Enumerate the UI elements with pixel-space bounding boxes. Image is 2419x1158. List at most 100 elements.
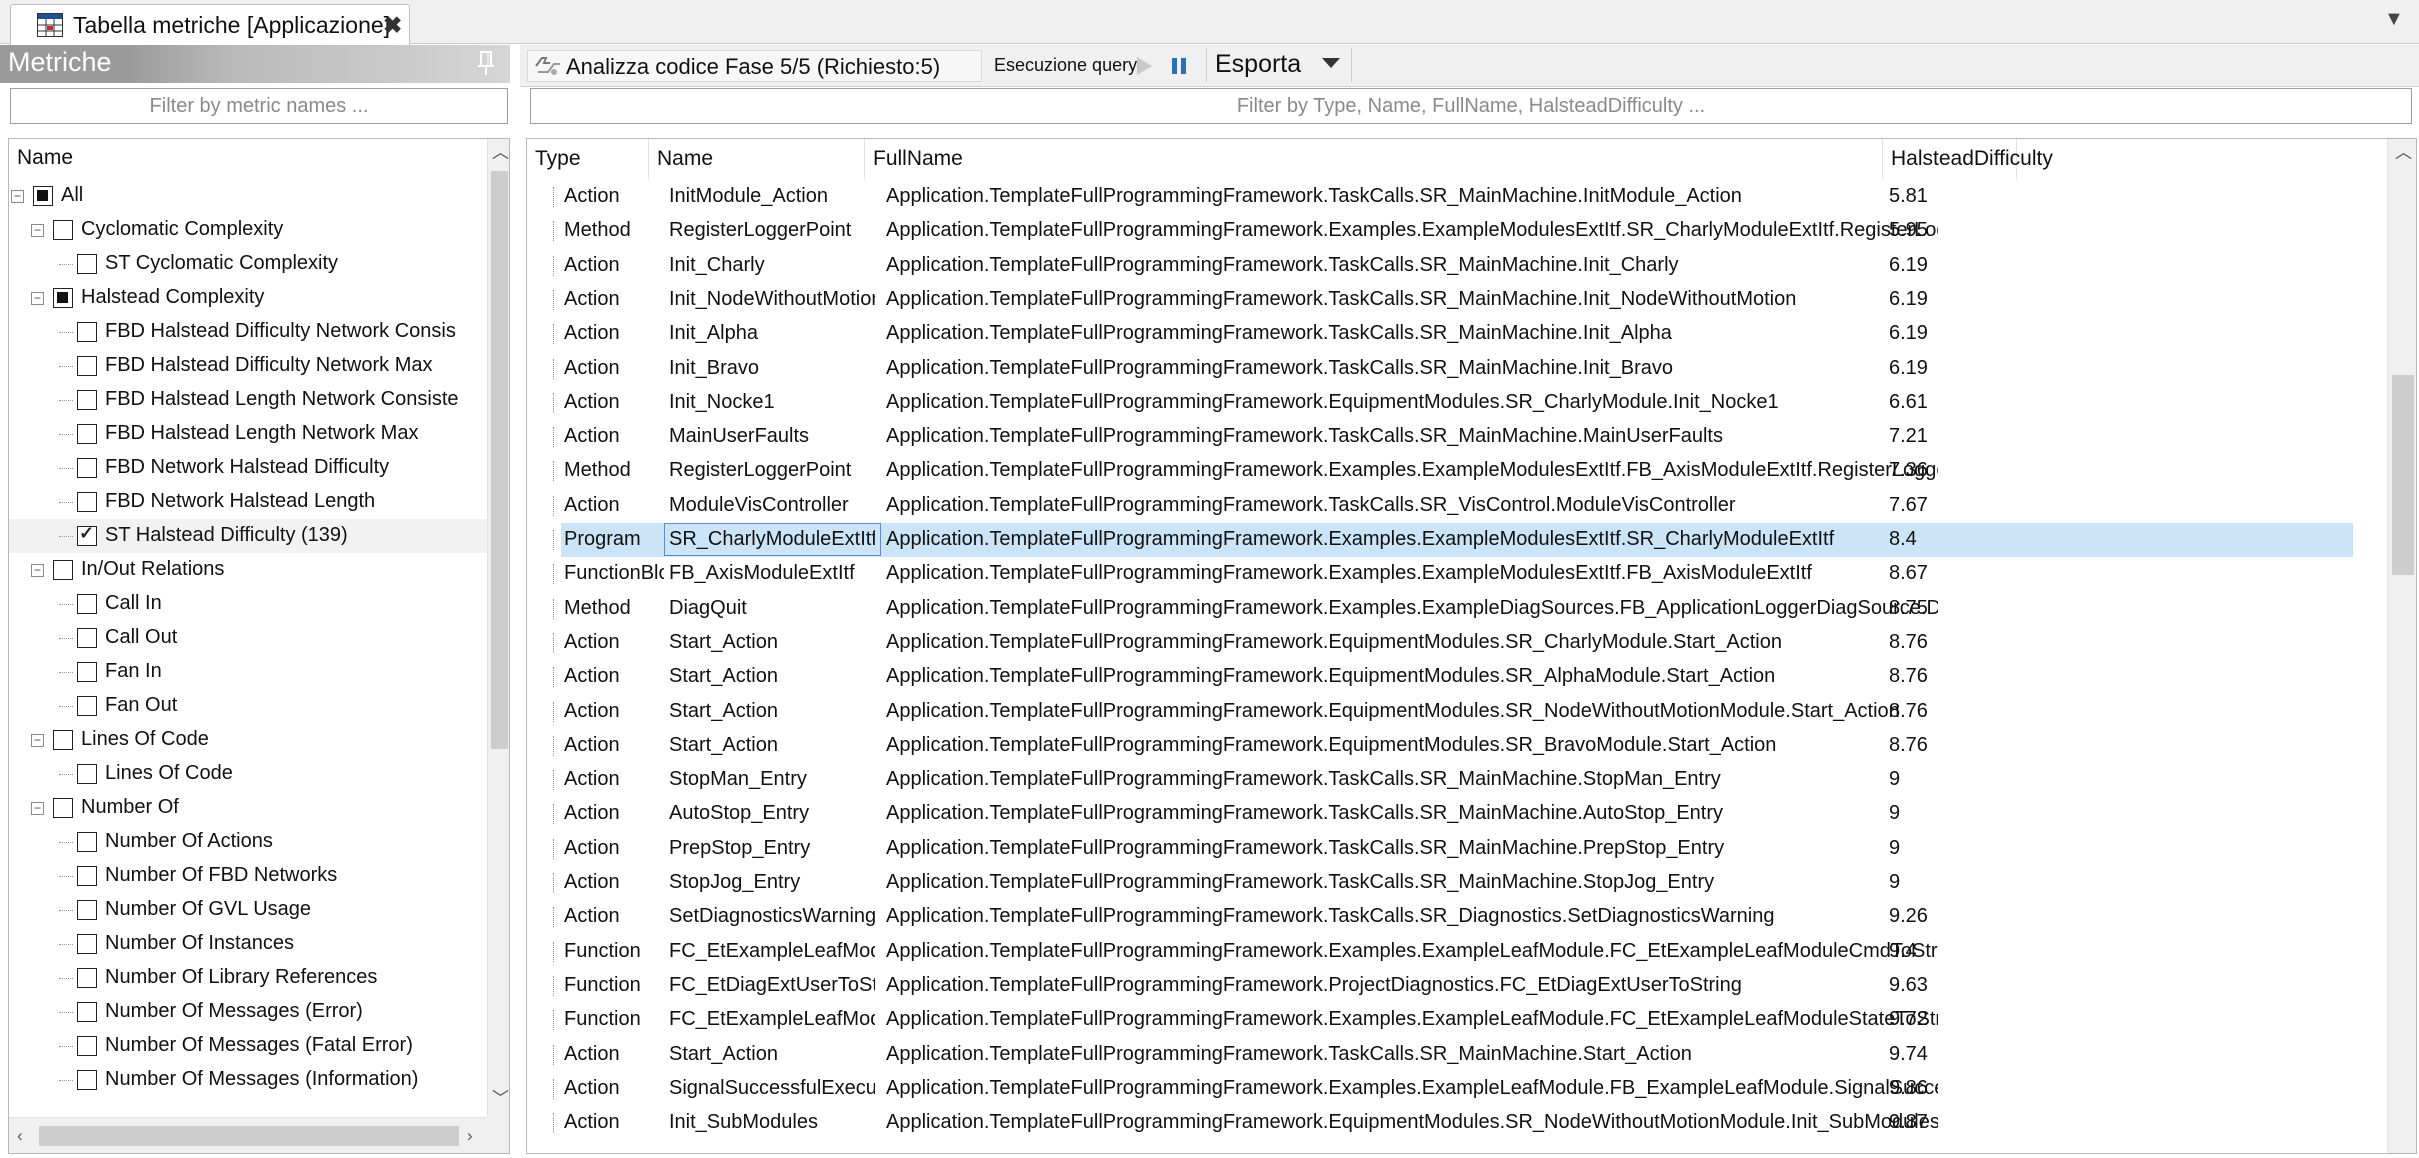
export-dropdown-button[interactable]: Esporta <box>1206 48 1352 82</box>
tree-item-checkbox[interactable] <box>77 832 97 852</box>
table-row[interactable]: Action SetDiagnosticsWarning Application.T… <box>553 900 2353 934</box>
table-row[interactable]: Action Start_Action Application.TemplateFu… <box>553 660 2353 694</box>
tree-item-checkbox[interactable] <box>77 492 97 512</box>
tree-item[interactable]: Number Of Actions <box>9 825 487 859</box>
tree-item-checkbox[interactable] <box>77 594 97 614</box>
table-row[interactable]: Action Start_Action Application.TemplateFu… <box>553 695 2353 729</box>
tree-horizontal-scrollbar[interactable]: ‹ › <box>9 1117 487 1153</box>
tree-item[interactable]: Call Out <box>9 621 487 655</box>
tree-item[interactable]: Number Of Instances <box>9 927 487 961</box>
table-row[interactable]: Action Init_Charly Application.TemplateFul… <box>553 249 2353 283</box>
table-row[interactable]: Program SR_CharlyModuleExtItf Application.… <box>553 523 2353 557</box>
tree-item[interactable]: FBD Halstead Difficulty Network Max <box>9 349 487 383</box>
tree-scroll-thumb[interactable] <box>491 171 508 749</box>
tree-item-checkbox[interactable] <box>77 523 97 546</box>
tree-item-checkbox[interactable] <box>53 288 73 308</box>
tree-item[interactable]: ST Halstead Difficulty (139) <box>9 519 487 553</box>
grid-scroll-thumb[interactable] <box>2392 375 2414 575</box>
scroll-right-icon[interactable]: › <box>467 1126 473 1146</box>
tree-item-checkbox[interactable] <box>77 1070 97 1090</box>
column-header-halsteaddifficulty[interactable]: HalsteadDifficulty <box>1883 139 2053 179</box>
column-header-type[interactable]: Type <box>527 139 649 179</box>
tree-item-checkbox[interactable] <box>77 254 97 274</box>
table-row[interactable]: Action InitModule_Action Application.Templ… <box>553 180 2353 214</box>
table-row[interactable]: Function FC_EtExampleLeafModuleStateTo...… <box>553 1003 2353 1037</box>
table-row[interactable]: Action PrepStop_Entry Application.Template… <box>553 832 2353 866</box>
close-icon[interactable]: ✖ <box>383 12 402 39</box>
pin-icon[interactable] <box>474 49 498 77</box>
table-row[interactable]: Method DiagQuit Application.TemplateFullPr… <box>553 592 2353 626</box>
tree-item[interactable]: FBD Network Halstead Difficulty <box>9 451 487 485</box>
tree-item-checkbox[interactable] <box>77 356 97 376</box>
tree-item-checkbox[interactable] <box>77 1036 97 1056</box>
table-row[interactable]: Action Init_SubModules Application.Templat… <box>553 1106 2353 1140</box>
tree-item-checkbox[interactable] <box>77 390 97 410</box>
tree-item[interactable]: FBD Halstead Difficulty Network Consis <box>9 315 487 349</box>
tree-item[interactable]: Fan In <box>9 655 487 689</box>
collapse-icon[interactable]: − <box>31 292 44 305</box>
tree-item[interactable]: Number Of Messages (Error) <box>9 995 487 1029</box>
tree-vertical-scrollbar[interactable]: ︿ ﹀ <box>487 139 509 1117</box>
table-row[interactable]: Function FC_EtDiagExtUserToString Applicat… <box>553 969 2353 1003</box>
table-row[interactable]: Action StopMan_Entry Application.TemplateF… <box>553 763 2353 797</box>
scroll-up-icon[interactable]: ︿ <box>492 143 509 163</box>
tree-hscroll-thumb[interactable] <box>39 1126 459 1146</box>
tree-item-checkbox[interactable] <box>77 628 97 648</box>
tree-item-checkbox[interactable] <box>53 730 73 750</box>
tree-item-checkbox[interactable] <box>77 322 97 342</box>
collapse-icon[interactable]: − <box>31 802 44 815</box>
tree-item-checkbox[interactable] <box>53 220 73 240</box>
chevron-down-icon[interactable]: ▼ <box>2384 8 2404 31</box>
tree-item[interactable]: − All <box>9 179 487 213</box>
tree-item-checkbox[interactable] <box>77 458 97 478</box>
tree-item[interactable]: Number Of Messages (Fatal Error) <box>9 1029 487 1063</box>
table-row[interactable]: Action Start_Action Application.TemplateFu… <box>553 1038 2353 1072</box>
table-row[interactable]: Action SignalSuccessfulExecution Applicati… <box>553 1072 2353 1106</box>
table-row[interactable]: Method RegisterLoggerPoint Application.Tem… <box>553 214 2353 248</box>
scroll-left-icon[interactable]: ‹ <box>17 1126 23 1146</box>
tree-item[interactable]: − In/Out Relations <box>9 553 487 587</box>
table-row[interactable]: Method RegisterLoggerPoint Application.Tem… <box>553 454 2353 488</box>
table-row[interactable]: Action StopJog_Entry Application.TemplateF… <box>553 866 2353 900</box>
tree-item-checkbox[interactable] <box>77 866 97 886</box>
column-header-name[interactable]: Name <box>649 139 865 179</box>
data-filter-input[interactable] <box>530 88 2412 124</box>
tree-item[interactable]: − Cyclomatic Complexity <box>9 213 487 247</box>
metric-filter-input[interactable] <box>10 88 508 124</box>
table-row[interactable]: Action Init_Alpha Application.TemplateFull… <box>553 317 2353 351</box>
collapse-icon[interactable]: − <box>11 190 24 203</box>
table-row[interactable]: Action MainUserFaults Application.Template… <box>553 420 2353 454</box>
tree-item[interactable]: Number Of GVL Usage <box>9 893 487 927</box>
tree-item[interactable]: Fan Out <box>9 689 487 723</box>
tree-item[interactable]: Number Of Library References <box>9 961 487 995</box>
tree-item[interactable]: ST Cyclomatic Complexity <box>9 247 487 281</box>
tree-item-checkbox[interactable] <box>77 1002 97 1022</box>
collapse-icon[interactable]: − <box>31 734 44 747</box>
tree-item-checkbox[interactable] <box>77 968 97 988</box>
run-query-button[interactable] <box>1132 53 1156 79</box>
tree-item[interactable]: Number Of FBD Networks <box>9 859 487 893</box>
tree-item[interactable]: Lines Of Code <box>9 757 487 791</box>
tree-item[interactable]: FBD Halstead Length Network Consiste <box>9 383 487 417</box>
table-row[interactable]: Action Init_Nocke1 Application.TemplateFul… <box>553 386 2353 420</box>
table-row[interactable]: Action Init_NodeWithoutMotion Application.… <box>553 283 2353 317</box>
column-header-fullname[interactable]: FullName <box>865 139 1883 179</box>
collapse-icon[interactable]: − <box>31 224 44 237</box>
tree-item-checkbox[interactable] <box>53 798 73 818</box>
collapse-icon[interactable]: − <box>31 564 44 577</box>
tree-column-header[interactable]: Name <box>9 139 487 179</box>
grid-vertical-scrollbar[interactable]: ︿ <box>2387 139 2416 1153</box>
tree-item-checkbox[interactable] <box>77 662 97 682</box>
table-row[interactable]: Function FC_EtExampleLeafModuleCmdToS... A… <box>553 935 2353 969</box>
tree-item[interactable]: − Halstead Complexity <box>9 281 487 315</box>
tree-item-checkbox[interactable] <box>77 764 97 784</box>
scroll-up-icon[interactable]: ︿ <box>2395 143 2412 163</box>
scroll-down-icon[interactable]: ﹀ <box>492 1089 509 1109</box>
tree-item-checkbox[interactable] <box>77 696 97 716</box>
tree-item[interactable]: FBD Network Halstead Length <box>9 485 487 519</box>
tree-item-checkbox[interactable] <box>77 934 97 954</box>
pause-query-button[interactable] <box>1168 53 1192 79</box>
tree-item[interactable]: Call In <box>9 587 487 621</box>
table-row[interactable]: Action Start_Action Application.TemplateFu… <box>553 729 2353 763</box>
tree-item[interactable]: FBD Halstead Length Network Max <box>9 417 487 451</box>
